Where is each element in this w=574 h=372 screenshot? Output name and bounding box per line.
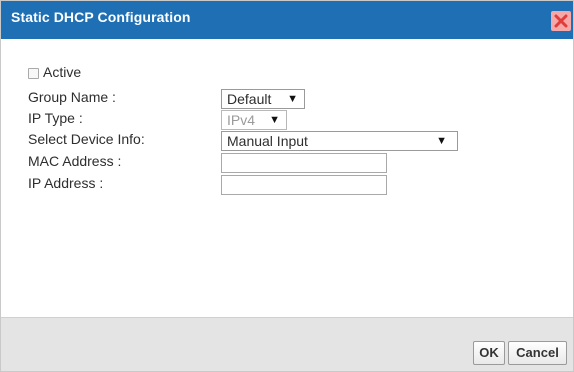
chevron-down-icon: ▼ (269, 114, 280, 126)
ip-type-value: IPv4 (227, 112, 256, 128)
cancel-button[interactable]: Cancel (508, 341, 567, 365)
dialog-title: Static DHCP Configuration (11, 9, 191, 25)
dialog-footer: OK Cancel (1, 317, 573, 371)
device-info-value: Manual Input (227, 133, 308, 149)
device-info-select[interactable]: Manual Input ▼ (221, 131, 458, 151)
group-name-label: Group Name : (28, 89, 116, 105)
active-label: Active (43, 64, 82, 80)
ip-address-input[interactable] (221, 175, 387, 195)
static-dhcp-dialog: Static DHCP Configuration Active Group N… (0, 0, 574, 372)
ip-type-select: IPv4 ▼ (221, 110, 287, 130)
dialog-titlebar: Static DHCP Configuration (1, 1, 573, 39)
dialog-body: Active Group Name : Default ▼ IP Type : … (1, 39, 573, 317)
mac-address-input[interactable] (221, 153, 387, 173)
group-name-value: Default (227, 91, 272, 107)
ip-type-label: IP Type : (28, 110, 83, 126)
ok-button[interactable]: OK (473, 341, 505, 365)
mac-address-label: MAC Address : (28, 153, 122, 169)
device-info-label: Select Device Info: (28, 131, 145, 147)
chevron-down-icon: ▼ (436, 135, 447, 147)
group-name-select[interactable]: Default ▼ (221, 89, 305, 109)
close-button[interactable] (551, 11, 571, 31)
active-checkbox[interactable] (28, 68, 39, 79)
ip-address-label: IP Address : (28, 175, 104, 191)
chevron-down-icon: ▼ (287, 93, 298, 105)
close-icon (554, 14, 568, 28)
